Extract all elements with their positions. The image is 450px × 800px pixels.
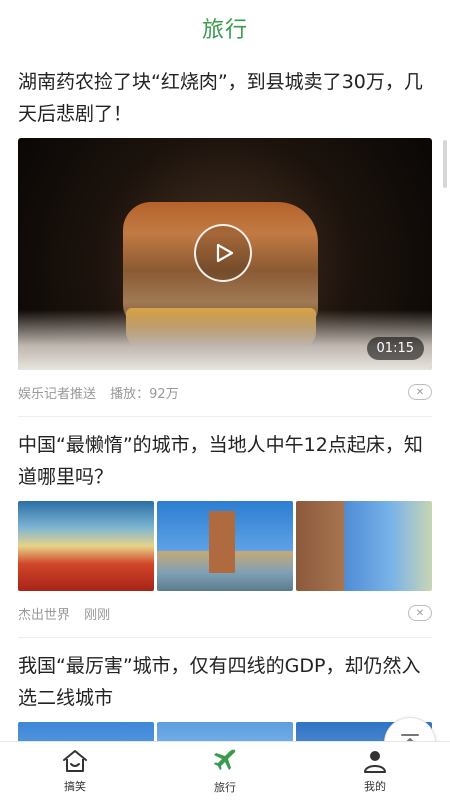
thumbnail-image[interactable]	[157, 501, 293, 591]
tab-funny[interactable]: 搞笑	[0, 742, 150, 800]
tab-mine[interactable]: 我的	[300, 742, 450, 800]
airplane-icon	[214, 749, 236, 770]
article-card-gallery[interactable]: 中国“最懒惰”的城市，当地人中午12点起床，知道哪里吗？ 杰出世界 刚刚 ✕	[0, 429, 450, 638]
article-source: 娱乐记者推送	[18, 386, 97, 402]
play-count: 播放：92万	[110, 386, 179, 402]
play-icon[interactable]	[194, 224, 252, 282]
page-title: 旅行	[201, 18, 248, 43]
thumbnail-image[interactable]	[18, 722, 154, 741]
thumbnail-row	[18, 501, 432, 591]
bottom-tab-bar: 搞笑 旅行 我的	[0, 741, 450, 800]
article-time: 刚刚	[84, 607, 111, 623]
article-card-video[interactable]: 湖南药农捡了块“红烧肉”，到县城卖了30万，几天后悲剧了！ 01:15 娱乐记者…	[0, 66, 450, 417]
tab-label: 搞笑	[64, 780, 86, 793]
divider	[18, 637, 432, 638]
tab-label: 旅行	[214, 781, 236, 794]
tab-travel[interactable]: 旅行	[150, 742, 300, 800]
thumbnail-row	[18, 722, 432, 741]
home-icon	[63, 750, 87, 772]
thumbnail-image[interactable]	[157, 722, 293, 741]
article-title[interactable]: 我国“最厉害”城市，仅有四线的GDP，却仍然入选二线城市	[18, 650, 432, 714]
divider	[18, 416, 432, 417]
article-title[interactable]: 中国“最懒惰”的城市，当地人中午12点起床，知道哪里吗？	[18, 429, 432, 493]
dismiss-icon[interactable]: ✕	[408, 605, 432, 621]
article-source: 杰出世界	[18, 607, 71, 623]
article-meta: 娱乐记者推送 播放：92万 ✕	[18, 382, 432, 402]
article-card-gallery[interactable]: 我国“最厉害”城市，仅有四线的GDP，却仍然入选二线城市	[0, 650, 450, 741]
article-feed[interactable]: 湖南药农捡了块“红烧肉”，到县城卖了30万，几天后悲剧了！ 01:15 娱乐记者…	[0, 56, 450, 741]
article-meta: 杰出世界 刚刚 ✕	[18, 603, 432, 623]
dismiss-icon[interactable]: ✕	[408, 384, 432, 400]
user-icon	[364, 751, 386, 773]
app-header: 旅行	[0, 0, 450, 56]
article-title[interactable]: 湖南药农捡了块“红烧肉”，到县城卖了30万，几天后悲剧了！	[18, 66, 432, 130]
thumbnail-image[interactable]	[18, 501, 154, 591]
video-duration: 01:15	[366, 337, 424, 360]
video-thumbnail[interactable]: 01:15	[18, 138, 432, 370]
tab-label: 我的	[364, 780, 386, 793]
thumbnail-image[interactable]	[296, 501, 432, 591]
